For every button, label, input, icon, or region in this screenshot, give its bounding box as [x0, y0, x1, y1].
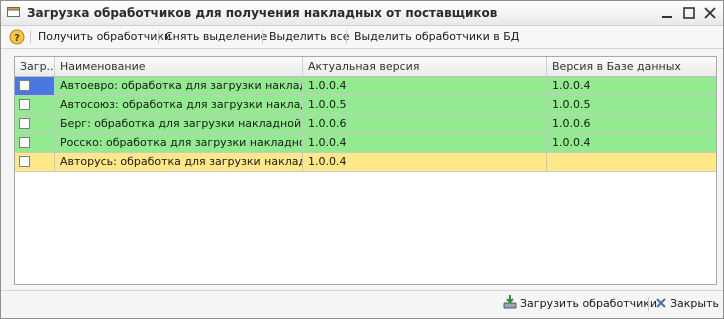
clear-selection-button[interactable]: Снять выделение [165, 30, 267, 43]
select-all-button[interactable]: Выделить все [269, 30, 349, 43]
load-icon[interactable] [502, 294, 518, 313]
load-cell [15, 115, 55, 133]
name-cell: Авторусь: обработка для загрузки накладн… [55, 153, 303, 171]
close-button[interactable]: Закрыть [670, 297, 719, 310]
toolbar: ? Получить обработчики Снять выделение В… [1, 26, 723, 49]
app-icon [7, 7, 20, 17]
load-cell [15, 134, 55, 152]
load-checkbox[interactable] [19, 80, 30, 91]
db-version-cell [547, 153, 716, 171]
load-cell [15, 96, 55, 114]
load-checkbox[interactable] [19, 118, 30, 129]
actual-version-cell: 1.0.0.5 [303, 96, 547, 114]
maximize-icon[interactable] [681, 5, 697, 21]
toolbar-separator [30, 30, 31, 44]
actual-version-cell: 1.0.0.6 [303, 115, 547, 133]
name-cell: Росско: обработка для загрузки накладной [55, 134, 303, 152]
column-header-load[interactable]: Загр... [15, 57, 55, 76]
table-header: Загр... Наименование Актуальная версия В… [15, 57, 716, 77]
title-bar: Загрузка обработчиков для получения накл… [1, 1, 723, 26]
toolbar-separator [346, 30, 347, 44]
table-row[interactable]: Берг: обработка для загрузки накладной 1… [15, 115, 716, 134]
column-header-db-version[interactable]: Версия в Базе данных [547, 57, 716, 76]
db-version-cell: 1.0.0.4 [552, 79, 591, 92]
toolbar-separator [262, 30, 263, 44]
actual-version-cell: 1.0.0.4 [303, 134, 547, 152]
handlers-table[interactable]: Загр... Наименование Актуальная версия В… [14, 56, 717, 285]
load-checkbox[interactable] [19, 99, 30, 110]
table-row[interactable]: Автосоюз: обработка для загрузки накладн… [15, 96, 716, 115]
help-icon[interactable]: ? [9, 29, 25, 45]
actual-version-cell: 1.0.0.4 [303, 153, 547, 171]
footer-divider [1, 290, 723, 291]
db-version-cell: 1.0.0.4 [552, 136, 591, 149]
name-cell: Автоевро: обработка для загрузки накладн… [55, 77, 303, 95]
table-row[interactable]: Росско: обработка для загрузки накладной… [15, 134, 716, 153]
load-checkbox[interactable] [19, 156, 30, 167]
window-title: Загрузка обработчиков для получения накл… [27, 6, 498, 20]
column-header-name[interactable]: Наименование [55, 57, 303, 76]
dialog-window: Загрузка обработчиков для получения накл… [0, 0, 724, 319]
table-row[interactable]: Авторусь: обработка для загрузки накладн… [15, 153, 716, 172]
table-row[interactable]: Автоевро: обработка для загрузки накладн… [15, 77, 716, 96]
load-checkbox[interactable] [19, 137, 30, 148]
svg-text:?: ? [14, 33, 20, 44]
minimize-icon[interactable] [659, 5, 675, 21]
load-cell [15, 77, 55, 95]
name-cell: Автосоюз: обработка для загрузки накладн… [55, 96, 303, 114]
close-x-icon[interactable] [654, 294, 668, 313]
close-icon[interactable] [702, 5, 718, 21]
db-version-cell: 1.0.0.5 [552, 98, 591, 111]
footer-separator [648, 297, 649, 311]
actual-version-cell: 1.0.0.4 [303, 77, 547, 95]
load-cell [15, 153, 55, 171]
db-version-cell: 1.0.0.6 [552, 117, 591, 130]
toolbar-separator [158, 30, 159, 44]
load-handlers-button[interactable]: Загрузить обработчики [520, 297, 657, 310]
name-cell: Берг: обработка для загрузки накладной [55, 115, 303, 133]
column-header-actual-version[interactable]: Актуальная версия [303, 57, 547, 76]
select-in-db-button[interactable]: Выделить обработчики в БД [354, 30, 519, 43]
get-handlers-button[interactable]: Получить обработчики [38, 30, 171, 43]
